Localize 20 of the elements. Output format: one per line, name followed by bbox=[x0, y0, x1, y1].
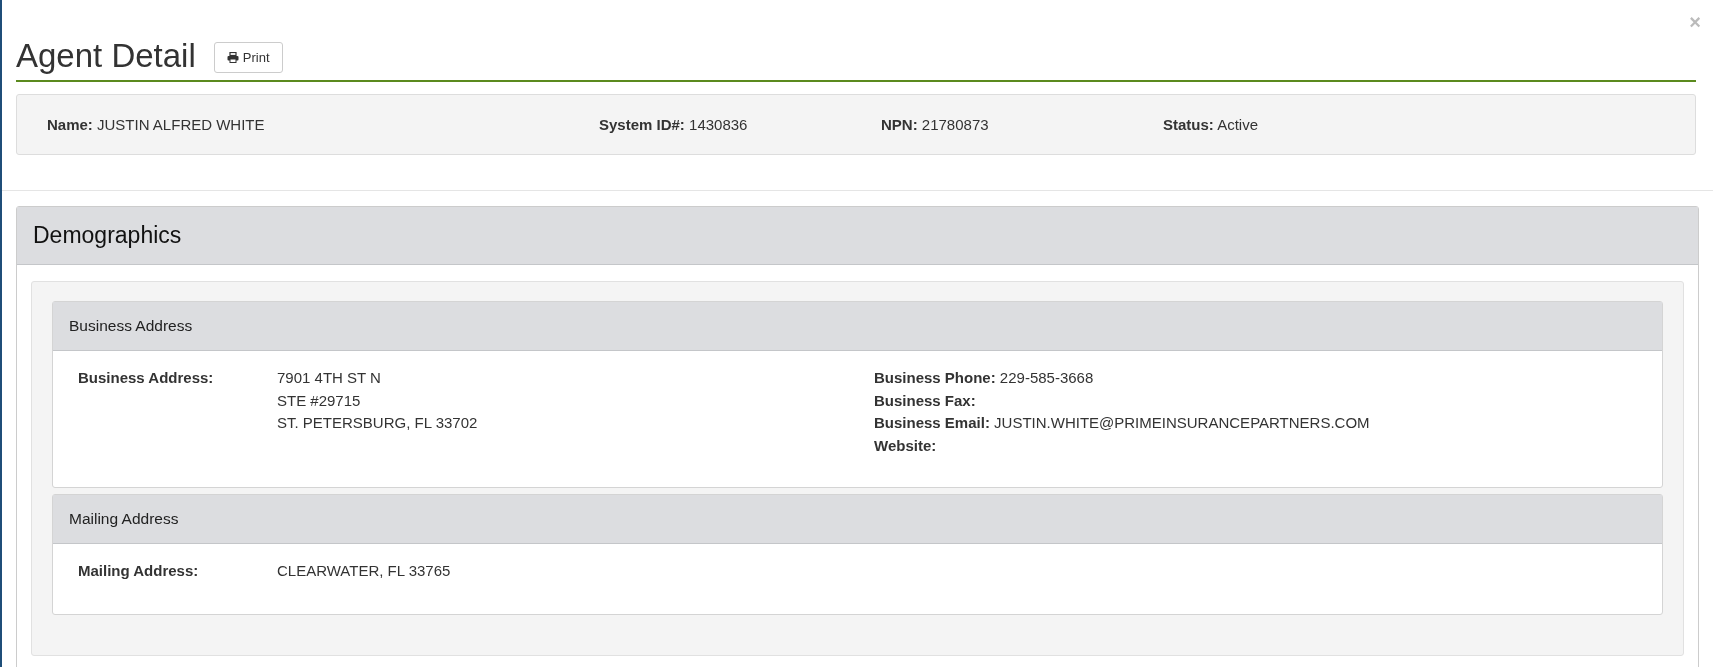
contact-field: Business Email: JUSTIN.WHITE@PRIMEINSURANCEPARTNERS.COM bbox=[874, 412, 1370, 435]
summary-field: System ID#: 1430836 bbox=[599, 116, 881, 133]
field-label: Mailing Address: bbox=[78, 561, 200, 581]
contact-field: Business Phone: 229-585-3668 bbox=[874, 367, 1094, 390]
printer-icon bbox=[226, 51, 239, 63]
panel-title: Mailing Address bbox=[69, 510, 179, 528]
contact-field: Business Fax: bbox=[874, 389, 976, 412]
summary-field: Name: JUSTIN ALFRED WHITE bbox=[47, 116, 599, 133]
address-line: STE #29715 bbox=[277, 390, 361, 411]
panel-title: Business Address bbox=[69, 317, 193, 335]
contact-field: Website: bbox=[874, 434, 937, 457]
field-label: Business Address: bbox=[78, 368, 215, 388]
summary-field: Status: Active bbox=[1163, 116, 1445, 133]
address-line: ST. PETERSBURG, FL 33702 bbox=[277, 413, 478, 433]
address-line: 7901 4TH ST N bbox=[277, 368, 381, 388]
address-line: CLEARWATER, FL 33765 bbox=[277, 561, 451, 581]
print-button[interactable]: Print bbox=[213, 41, 283, 73]
section-title: Demographics bbox=[33, 222, 182, 249]
page-title: Agent Detail bbox=[16, 36, 196, 76]
summary-field: NPN: 21780873 bbox=[881, 116, 1163, 133]
